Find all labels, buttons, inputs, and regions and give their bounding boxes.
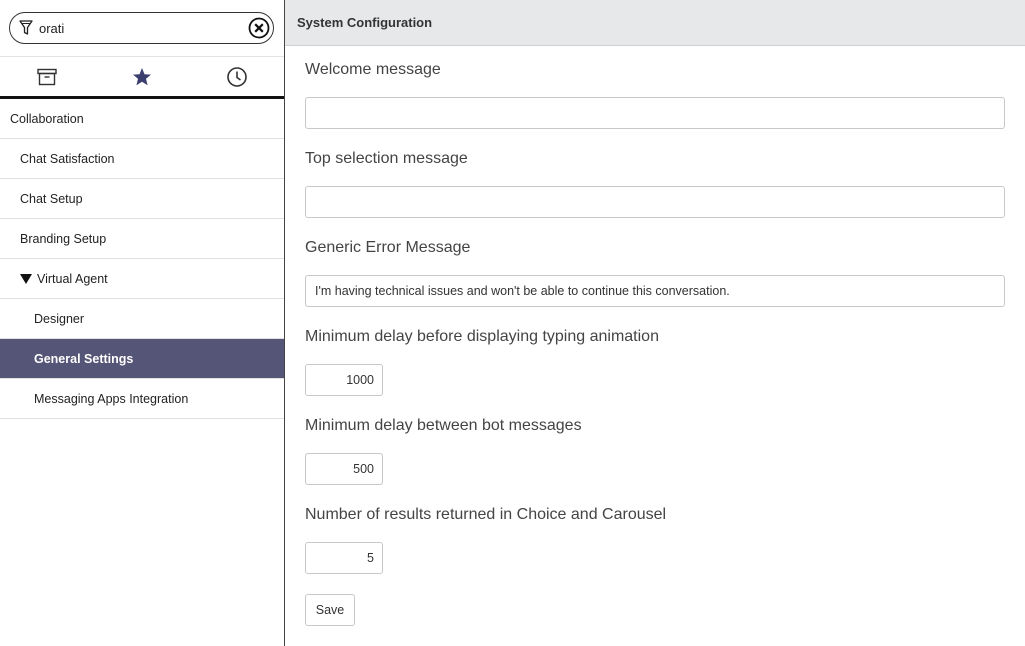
- filter-input[interactable]: [39, 17, 244, 39]
- sidebar-item-collaboration[interactable]: Collaboration: [0, 99, 284, 139]
- sidebar-item-branding-setup[interactable]: Branding Setup: [0, 219, 284, 259]
- caret-down-icon[interactable]: [20, 273, 32, 284]
- sidebar-item-label: Messaging Apps Integration: [34, 391, 189, 406]
- clear-icon[interactable]: [248, 17, 270, 39]
- filter-box: [9, 12, 274, 44]
- tab-history[interactable]: [189, 57, 284, 96]
- page-header: System Configuration: [285, 0, 1025, 46]
- sidebar-item-label: Chat Setup: [20, 191, 83, 206]
- sidebar-item-label: Designer: [34, 311, 85, 326]
- sidebar-item-virtual-agent[interactable]: Virtual Agent: [0, 259, 284, 299]
- top-selection-message-label: Top selection message: [305, 150, 468, 167]
- page-title: System Configuration: [297, 15, 433, 30]
- star-icon: [133, 67, 151, 85]
- welcome-message-input[interactable]: [305, 97, 1005, 129]
- results-count-label: Number of results returned in Choice and…: [305, 506, 667, 523]
- results-count-input[interactable]: [305, 542, 383, 574]
- typing-delay-label: Minimum delay before displaying typing a…: [305, 328, 659, 345]
- tab-all-apps[interactable]: [0, 57, 95, 96]
- sidebar-item-designer[interactable]: Designer: [0, 299, 284, 339]
- welcome-message-label: Welcome message: [305, 61, 441, 78]
- sidebar-item-general-settings[interactable]: General Settings: [0, 339, 284, 379]
- typing-delay-input[interactable]: [305, 364, 383, 396]
- sidebar-item-label: General Settings: [34, 351, 134, 366]
- sidebar-item-label: Chat Satisfaction: [20, 151, 115, 166]
- main-content: System Configuration Welcome message Top…: [285, 0, 1025, 646]
- sidebar-item-label: Collaboration: [10, 111, 84, 126]
- generic-error-message-input[interactable]: [305, 275, 1005, 307]
- tab-favorites[interactable]: [95, 57, 190, 96]
- filter-icon: [19, 20, 33, 35]
- sidebar-item-label: Branding Setup: [20, 231, 107, 246]
- clock-icon: [226, 66, 247, 87]
- sidebar: Collaboration Chat Satisfaction Chat Set…: [0, 0, 285, 646]
- sidebar-item-chat-setup[interactable]: Chat Setup: [0, 179, 284, 219]
- bot-delay-label: Minimum delay between bot messages: [305, 417, 582, 434]
- sidebar-item-chat-satisfaction[interactable]: Chat Satisfaction: [0, 139, 284, 179]
- top-selection-message-input[interactable]: [305, 186, 1005, 218]
- sidebar-nav: Collaboration Chat Satisfaction Chat Set…: [0, 99, 284, 419]
- sidebar-item-messaging-apps-integration[interactable]: Messaging Apps Integration: [0, 379, 284, 419]
- navigator-tabs: [0, 56, 284, 99]
- archive-icon: [37, 68, 58, 85]
- bot-delay-input[interactable]: [305, 453, 383, 485]
- save-button[interactable]: Save: [305, 594, 355, 626]
- generic-error-message-label: Generic Error Message: [305, 239, 471, 256]
- sidebar-item-label: Virtual Agent: [37, 271, 108, 286]
